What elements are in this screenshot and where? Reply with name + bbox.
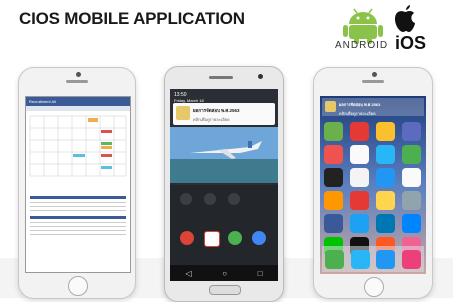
recents-icon[interactable]: □ [258,269,263,278]
home-button[interactable] [364,277,384,297]
calendar-icon[interactable] [376,145,395,164]
front-camera [258,74,263,79]
calendar-screen: Recruitment All [25,96,131,273]
speaker [66,80,88,83]
iphone-left: Recruitment All [18,67,136,299]
clock-icon[interactable] [350,168,369,187]
home-icon[interactable]: ○ [222,269,227,278]
itunes-icon[interactable] [401,249,421,269]
notification-title: ผลการจัดสอบ พ.ศ.2563 [339,102,381,107]
phone-icon[interactable] [325,249,345,269]
page-title: CIOS MOBILE APPLICATION [19,9,245,28]
contacts-icon[interactable] [350,191,369,210]
airplane-image [170,127,278,183]
reminders-icon[interactable] [402,168,421,187]
back-icon[interactable]: ◁ [185,269,191,278]
messenger-icon[interactable] [402,214,421,233]
app-icon-grid [324,122,422,256]
youtube-icon[interactable] [350,122,369,141]
twitter-icon[interactable] [350,214,369,233]
facebook-icon[interactable] [324,214,343,233]
section-bar [30,196,126,199]
weather-icon[interactable] [402,122,421,141]
calendar-grid [29,115,127,177]
apple-logo-icon [395,5,415,32]
app-name: Recruitment All [29,99,56,104]
messages-icon[interactable] [402,145,421,164]
linkedin-icon[interactable] [376,214,395,233]
ibooks-icon[interactable] [324,191,343,210]
photos-icon[interactable] [350,145,369,164]
app-emblem-icon [176,106,190,120]
notification-title: ผลการจัดสอบ พ.ศ.2563 [193,108,240,113]
notes-icon[interactable] [376,122,395,141]
home-button[interactable] [209,285,241,295]
appstore-icon[interactable] [376,168,395,187]
stocks-icon[interactable] [324,168,343,187]
music-icon[interactable] [324,145,343,164]
speaker [209,76,233,79]
speaker [362,80,384,83]
mail-icon[interactable] [376,249,396,269]
front-camera [76,72,81,77]
front-camera [372,72,377,77]
home-button[interactable] [68,276,88,296]
app-emblem-icon [325,101,336,112]
app-header: Recruitment All [26,97,130,106]
notification-card[interactable]: ผลการจัดสอบ พ.ศ.2563 คลิกเพื่อดูรายละเอี… [173,103,275,125]
safari-icon[interactable] [350,249,370,269]
iphone-right: ผลการจัดสอบ พ.ศ.2563 คลิกเพื่อดูรายละเอี… [313,67,433,299]
home-area: ◁ ○ □ [170,185,278,281]
android-label: ANDROID [335,40,389,51]
dock [322,246,424,272]
gamecenter-icon[interactable] [376,191,395,210]
notification-body: คลิกเพื่อดูรายละเอียด [193,117,230,122]
settings-icon[interactable] [402,191,421,210]
nav-bar: ◁ ○ □ [170,265,278,281]
lock-screen: 13:50 Friday, March 18 ผลการจัดสอบ พ.ศ.2… [170,89,278,281]
android-phone-center: 13:50 Friday, March 18 ผลการจัดสอบ พ.ศ.2… [164,66,284,302]
maps-icon[interactable] [324,122,343,141]
home-screen: ผลการจัดสอบ พ.ศ.2563 คลิกเพื่อดูรายละเอี… [320,96,426,274]
notification-banner[interactable]: ผลการจัดสอบ พ.ศ.2563 คลิกเพื่อดูรายละเอี… [322,98,424,116]
ios-label: iOS [395,33,427,53]
notification-body: คลิกเพื่อดูรายละเอียด [339,111,376,116]
